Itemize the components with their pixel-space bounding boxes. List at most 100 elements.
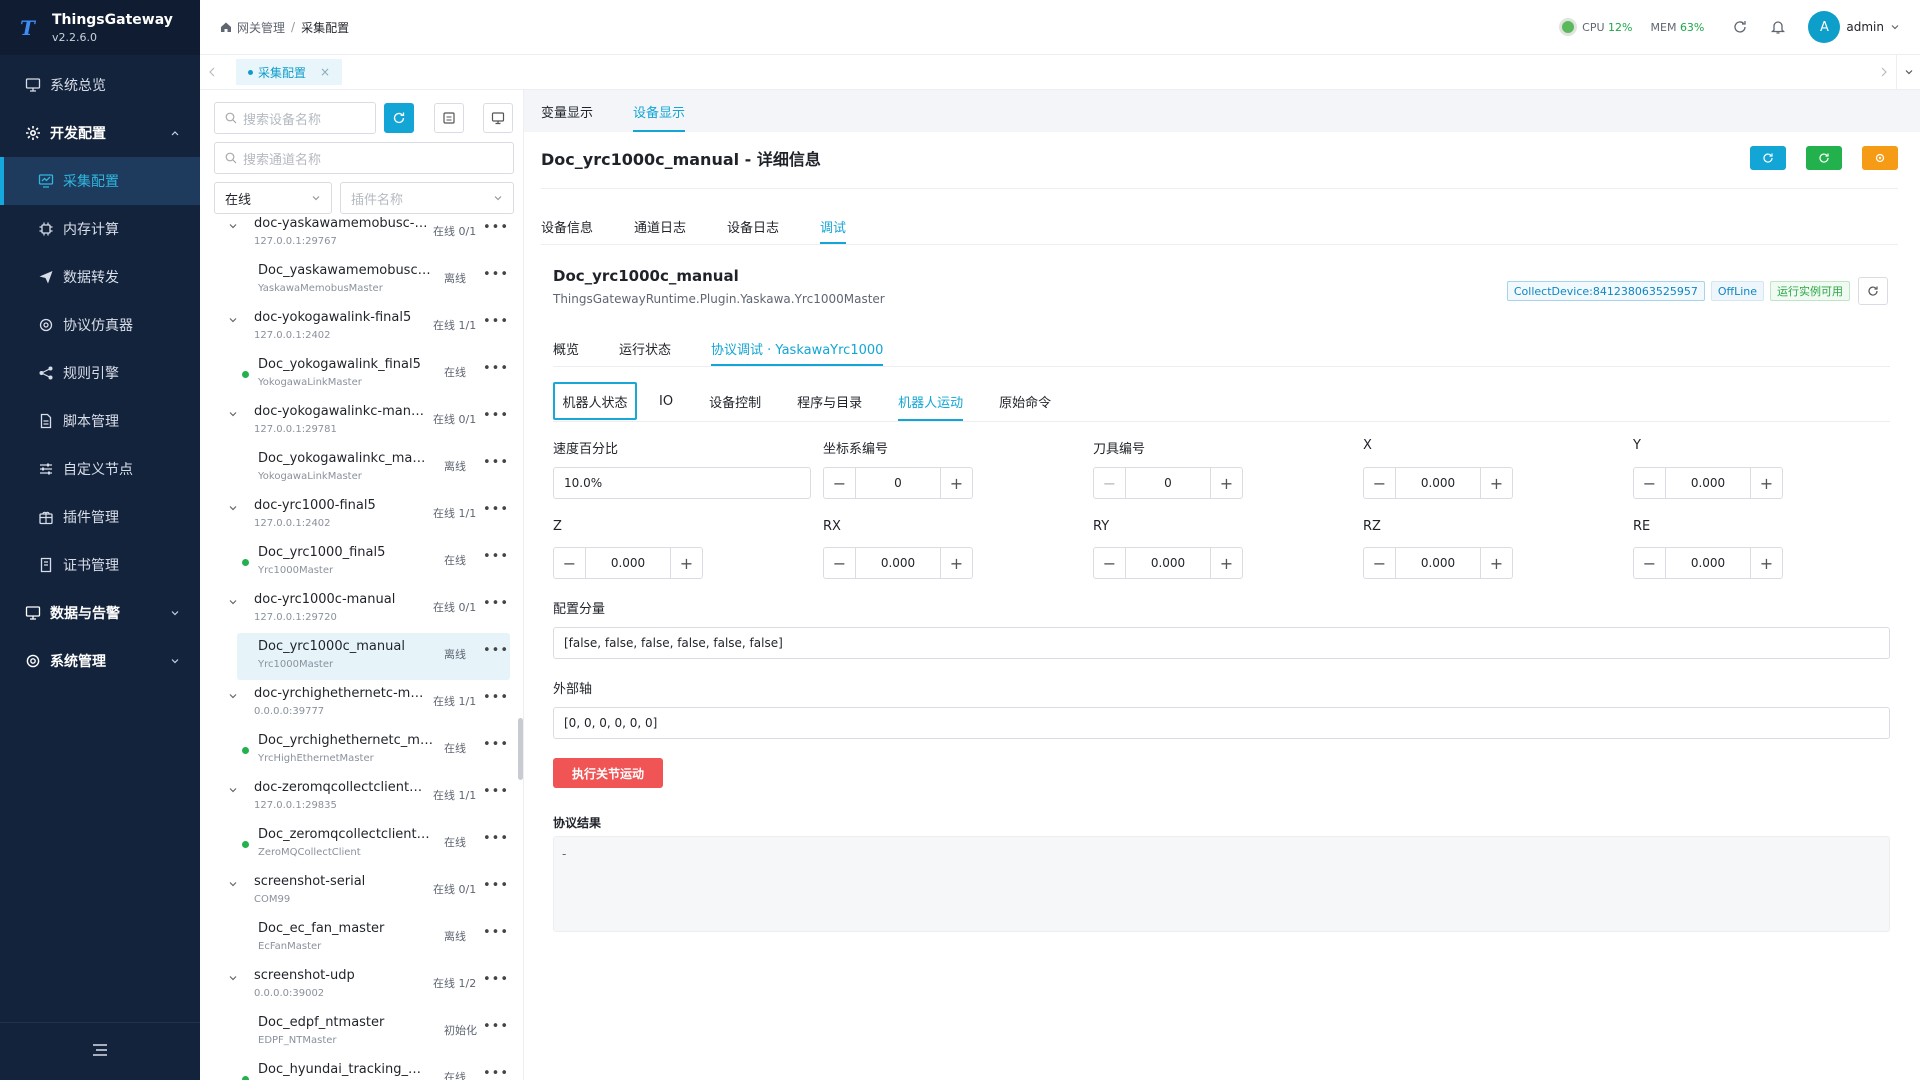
plus-icon[interactable]: + [1480, 468, 1512, 498]
tab-device-display[interactable]: 设备显示 [633, 90, 686, 132]
sidebar-item-dev-config[interactable]: 开发配置 [0, 109, 200, 157]
chevron-down-icon[interactable] [228, 408, 238, 423]
chevron-down-icon[interactable] [228, 690, 238, 705]
tab-overview[interactable]: 概览 [553, 330, 579, 366]
tab-variable-display[interactable]: 变量显示 [541, 90, 593, 132]
breadcrumb-item-gateway[interactable]: 网关管理 [237, 19, 285, 36]
refresh-icon[interactable] [1732, 19, 1748, 35]
more-icon[interactable]: ••• [483, 925, 509, 940]
tab-io[interactable]: IO [659, 382, 673, 420]
chevron-down-icon[interactable] [228, 784, 238, 799]
more-icon[interactable]: ••• [483, 737, 509, 752]
minus-icon[interactable]: − [824, 548, 856, 578]
restart-button[interactable] [1806, 146, 1842, 170]
tree-device-leaf[interactable]: Doc_yrc1000_final5 Yrc1000Master 在线 ••• [237, 539, 510, 586]
plus-icon[interactable]: + [940, 468, 972, 498]
chevron-down-icon[interactable] [1896, 54, 1920, 90]
z-stepper[interactable]: − 0.000 + [553, 547, 703, 579]
rz-stepper[interactable]: − 0.000 + [1363, 547, 1513, 579]
plus-icon[interactable]: + [1480, 548, 1512, 578]
tree-channel-node[interactable]: doc-zeromqcollectclientfin... 127.0.0.1:2… [200, 774, 510, 821]
execute-joint-motion-button[interactable]: 执行关节运动 [553, 758, 663, 788]
minus-icon[interactable]: − [1094, 468, 1126, 498]
tree-channel-node[interactable]: screenshot-udp 0.0.0.0:39002 在线 1/2 ••• [200, 962, 510, 1009]
sidebar-item-system-manage[interactable]: 系统管理 [0, 637, 200, 685]
sidebar-collapse-button[interactable] [0, 1022, 200, 1080]
more-icon[interactable]: ••• [483, 643, 509, 658]
plus-icon[interactable]: + [1750, 468, 1782, 498]
tab-protocol-debug[interactable]: 协议调试 · YaskawaYrc1000 [711, 330, 884, 366]
plus-icon[interactable]: + [670, 548, 702, 578]
sidebar-item-overview[interactable]: 系统总览 [0, 61, 200, 109]
tree-device-leaf[interactable]: Doc_ec_fan_master EcFanMaster 离线 ••• [237, 915, 510, 962]
sidebar-item-script-manage[interactable]: 脚本管理 [0, 397, 200, 445]
chevron-down-icon[interactable] [228, 972, 238, 987]
tool-stepper[interactable]: − 0 + [1093, 467, 1243, 499]
tab-robot-status[interactable]: 机器人状态 [553, 382, 637, 420]
more-icon[interactable]: ••• [483, 220, 509, 235]
re-stepper[interactable]: − 0.000 + [1633, 547, 1783, 579]
speed-input[interactable]: 10.0% [553, 467, 811, 499]
tree-channel-node[interactable]: doc-yrc1000c-manual 127.0.0.1:29720 在线 0/1… [200, 586, 510, 633]
more-icon[interactable]: ••• [483, 1066, 509, 1080]
tree-channel-node[interactable]: doc-yaskawamemobusc-m... 127.0.0.1:29767 在… [200, 210, 510, 257]
minus-icon[interactable]: − [1364, 468, 1396, 498]
sidebar-item-plugin-manage[interactable]: 插件管理 [0, 493, 200, 541]
tree-device-leaf[interactable]: Doc_edpf_ntmaster EDPF_NTMaster 初始化 ••• [237, 1009, 510, 1056]
brand[interactable]: T ThingsGateway v2.2.6.0 [0, 0, 200, 55]
search-device-input[interactable]: 搜索设备名称 [214, 102, 376, 134]
coord-stepper[interactable]: − 0 + [823, 467, 973, 499]
more-icon[interactable]: ••• [483, 408, 509, 423]
plus-icon[interactable]: + [1750, 548, 1782, 578]
sidebar-item-cert-manage[interactable]: 证书管理 [0, 541, 200, 589]
tab-device-log[interactable]: 设备日志 [727, 208, 779, 244]
chevron-right-icon[interactable] [1872, 67, 1896, 77]
chevron-down-icon[interactable] [228, 314, 238, 329]
avatar[interactable]: A [1808, 11, 1841, 43]
tab-run-status[interactable]: 运行状态 [619, 330, 671, 366]
minus-icon[interactable]: − [824, 468, 856, 498]
refresh-tree-button[interactable] [384, 103, 414, 133]
tab-device-control[interactable]: 设备控制 [709, 382, 761, 420]
tab-raw-command[interactable]: 原始命令 [999, 382, 1051, 420]
close-icon[interactable]: × [320, 65, 330, 79]
more-icon[interactable]: ••• [483, 314, 509, 329]
tree-device-leaf[interactable]: Doc_yrchighethernetc_manual YrcHighEthern… [237, 727, 510, 774]
tree-device-leaf[interactable]: Doc_yrc1000c_manual Yrc1000Master 离线 ••• [237, 633, 510, 680]
minus-icon[interactable]: − [1634, 548, 1666, 578]
monitor-toggle-button[interactable] [483, 103, 513, 133]
sidebar-item-protocol-simulator[interactable]: 协议仿真器 [0, 301, 200, 349]
sidebar-item-collect-config[interactable]: 采集配置 [0, 157, 200, 205]
ry-stepper[interactable]: − 0.000 + [1093, 547, 1243, 579]
chevron-down-icon[interactable] [228, 878, 238, 893]
minus-icon[interactable]: − [1094, 548, 1126, 578]
more-icon[interactable]: ••• [483, 690, 509, 705]
more-icon[interactable]: ••• [483, 267, 509, 282]
chevron-down-icon[interactable] [228, 596, 238, 611]
more-icon[interactable]: ••• [483, 549, 509, 564]
sidebar-item-data-alarm[interactable]: 数据与告警 [0, 589, 200, 637]
tree-channel-node[interactable]: doc-yrchighethernetc-man... 0.0.0.0:39777… [200, 680, 510, 727]
chevron-down-icon[interactable] [228, 502, 238, 517]
minus-icon[interactable]: − [1634, 468, 1666, 498]
tree-channel-node[interactable]: doc-yokogawalink-final5 127.0.0.1:2402 在线 … [200, 304, 510, 351]
more-icon[interactable]: ••• [483, 831, 509, 846]
settings-button[interactable] [1862, 146, 1898, 170]
more-icon[interactable]: ••• [483, 972, 509, 987]
tree-device-leaf[interactable]: Doc_yokogawalinkc_manual YokogawaLinkMast… [237, 445, 510, 492]
refresh-button[interactable] [1750, 146, 1786, 170]
x-stepper[interactable]: − 0.000 + [1363, 467, 1513, 499]
tab-debug[interactable]: 调试 [820, 208, 847, 244]
search-channel-input[interactable]: 搜索通道名称 [214, 142, 514, 174]
chevron-left-icon[interactable] [200, 67, 224, 77]
plus-icon[interactable]: + [1210, 548, 1242, 578]
tree-channel-node[interactable]: screenshot-serial COM99 在线 0/1 ••• [200, 868, 510, 915]
rx-stepper[interactable]: − 0.000 + [823, 547, 973, 579]
more-icon[interactable]: ••• [483, 1019, 509, 1034]
more-icon[interactable]: ••• [483, 596, 509, 611]
export-button[interactable] [434, 103, 464, 133]
sidebar-item-memory-compute[interactable]: 内存计算 [0, 205, 200, 253]
more-icon[interactable]: ••• [483, 502, 509, 517]
refresh-debug-button[interactable] [1858, 277, 1888, 305]
sidebar-item-rule-engine[interactable]: 规则引擎 [0, 349, 200, 397]
